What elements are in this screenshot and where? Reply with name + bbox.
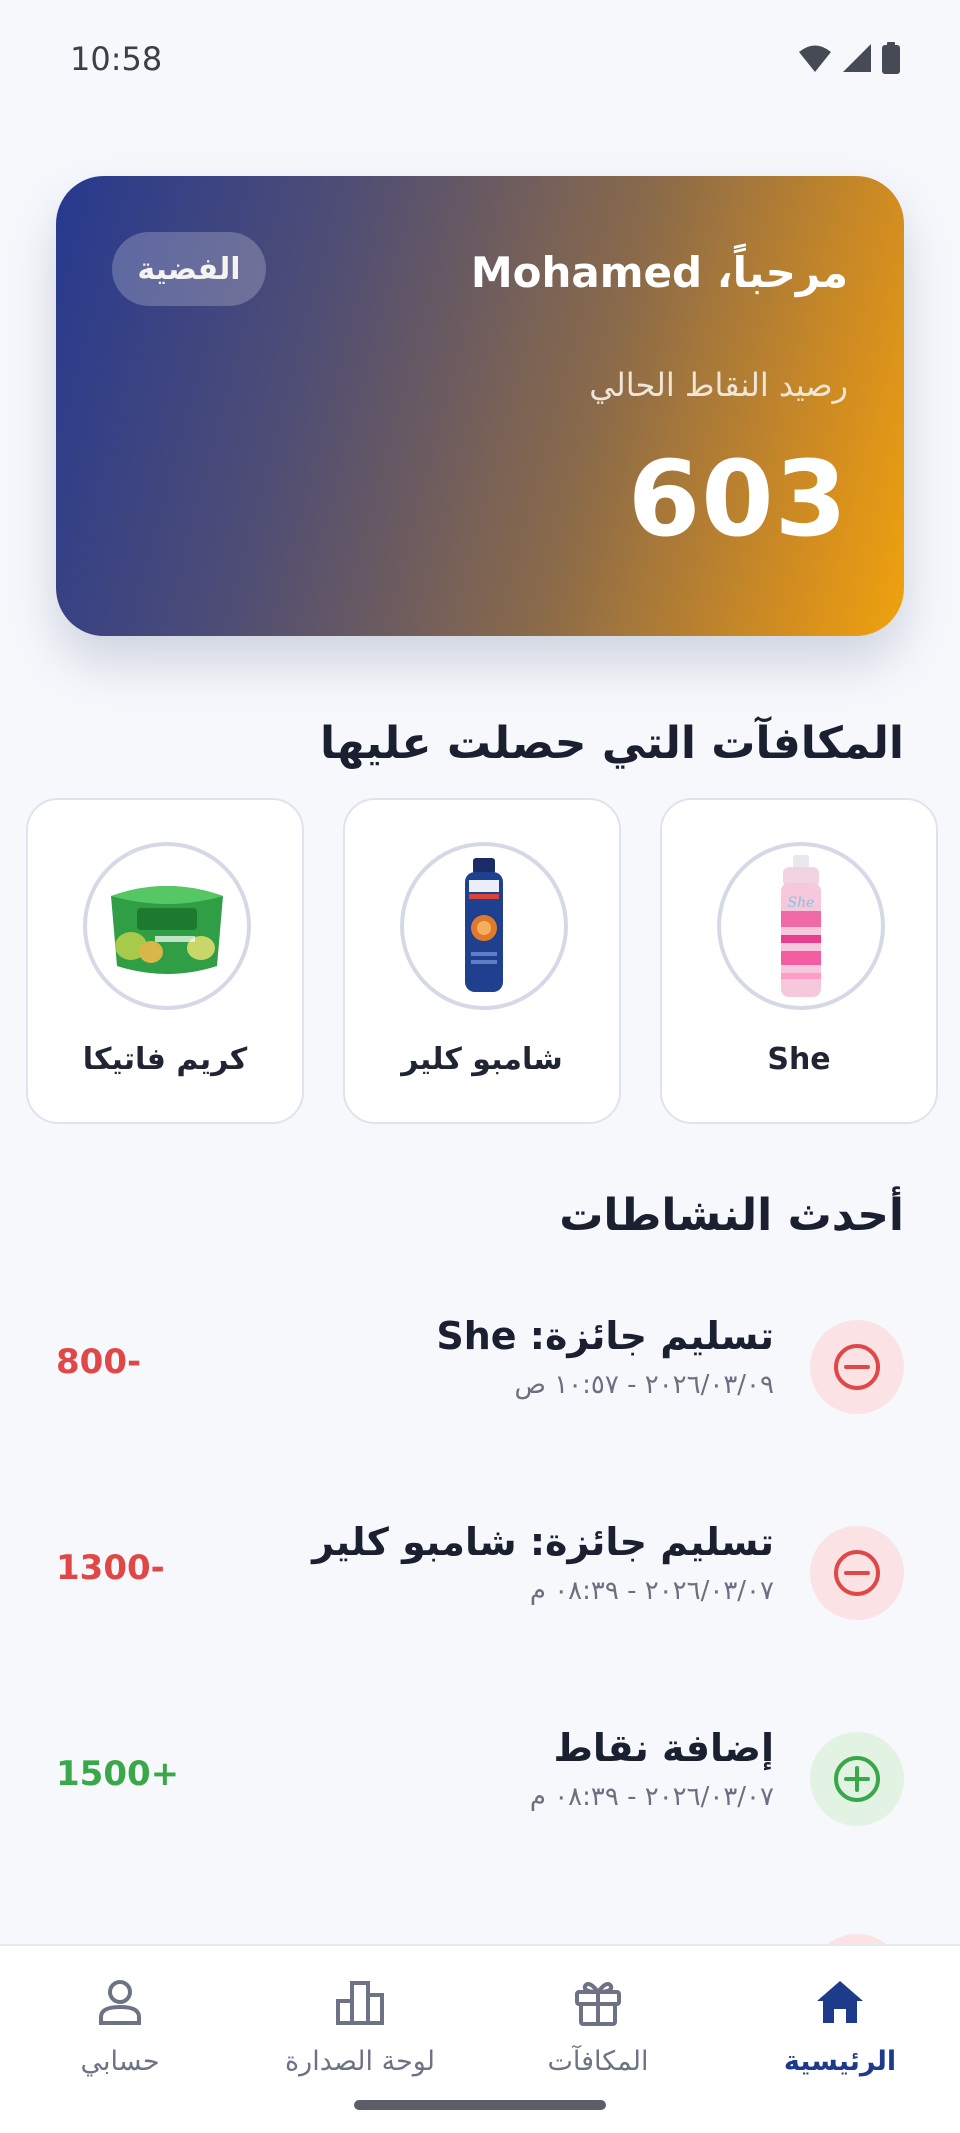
balance-label: رصيد النقاط الحالي: [589, 366, 848, 404]
reward-image: [400, 842, 568, 1010]
tier-badge: الفضية: [112, 232, 266, 306]
home-indicator[interactable]: [354, 2100, 606, 2110]
nav-account[interactable]: حسابي: [10, 1972, 230, 2077]
activity-item[interactable]: تسليم جائزة: شامبو كلير ٢٠٢٦/٠٣/٠٧ - ٠٨:…: [0, 1520, 960, 1666]
status-time: 10:58: [70, 40, 163, 78]
greeting-text: مرحباً، Mohamed: [470, 248, 848, 297]
nav-rewards-label: المكافآت: [547, 2046, 649, 2077]
minus-circle-icon: [810, 1320, 904, 1414]
activity-date: ٢٠٢٦/٠٣/٠٧ - ٠٨:٣٩ م: [529, 1576, 774, 1606]
activity-title: إضافة نقاط: [553, 1726, 774, 1770]
reward-name: شامبو كلير: [401, 1042, 563, 1077]
activity-item[interactable]: إضافة نقاط ٢٠٢٦/٠٣/٠٧ - ٠٨:٣٩ م 1500+: [0, 1726, 960, 1872]
vatika-cream-icon: [111, 886, 223, 974]
points-balance: 603: [627, 438, 848, 560]
nav-home-label: الرئيسية: [783, 2046, 897, 2077]
nav-leaderboard[interactable]: لوحة الصدارة: [250, 1972, 470, 2077]
battery-icon: [882, 42, 900, 74]
plus-circle-icon: [810, 1732, 904, 1826]
status-bar: 10:58: [0, 0, 960, 120]
person-icon: [10, 1972, 230, 2032]
leaderboard-icon: [250, 1972, 470, 2032]
activity-title: تسليم جائزة: She: [436, 1314, 774, 1358]
reward-name: She: [767, 1042, 831, 1077]
nav-account-label: حسابي: [80, 2046, 160, 2077]
reward-card-vatika-cream[interactable]: كريم فاتيكا: [26, 798, 304, 1124]
reward-name: كريم فاتيكا: [82, 1042, 248, 1077]
home-icon: [730, 1972, 950, 2032]
gift-icon: [488, 1972, 708, 2032]
activity-item[interactable]: تسليم جائزة: She ٢٠٢٦/٠٣/٠٩ - ١٠:٥٧ ص 80…: [0, 1314, 960, 1460]
clear-shampoo-icon: [465, 858, 503, 992]
reward-image: She: [717, 842, 885, 1010]
activity-date: ٢٠٢٦/٠٣/٠٩ - ١٠:٥٧ ص: [514, 1370, 775, 1400]
activity-section-title: أحدث النشاطات: [559, 1190, 904, 1241]
she-spray-icon: She: [781, 855, 821, 997]
rewards-carousel[interactable]: She She شامبو كلير كريم فاتيكا: [22, 798, 938, 1124]
home-screen: 10:58 مرحباً، Mohamed الفضية رصيد النقاط…: [0, 0, 960, 2133]
wifi-icon: [799, 45, 831, 72]
status-icons: [798, 42, 900, 74]
signal-icon: [843, 44, 871, 72]
points-card: مرحباً، Mohamed الفضية رصيد النقاط الحال…: [56, 176, 904, 636]
activity-points: 1500+: [56, 1754, 180, 1794]
nav-rewards[interactable]: المكافآت: [488, 1972, 708, 2077]
reward-image: [83, 842, 251, 1010]
minus-circle-icon: [810, 1526, 904, 1620]
activity-date: ٢٠٢٦/٠٣/٠٧ - ٠٨:٣٩ م: [529, 1782, 774, 1812]
nav-home[interactable]: الرئيسية: [730, 1972, 950, 2077]
rewards-section-title: المكافآت التي حصلت عليها: [320, 718, 904, 769]
reward-card-clear-shampoo[interactable]: شامبو كلير: [343, 798, 621, 1124]
svg-text:She: She: [788, 895, 815, 911]
activity-points: 800-: [56, 1342, 142, 1382]
nav-leaderboard-label: لوحة الصدارة: [285, 2046, 435, 2077]
reward-card-she[interactable]: She She: [660, 798, 938, 1124]
activity-title: تسليم جائزة: شامبو كلير: [312, 1520, 774, 1564]
activity-points: 1300-: [56, 1548, 165, 1588]
